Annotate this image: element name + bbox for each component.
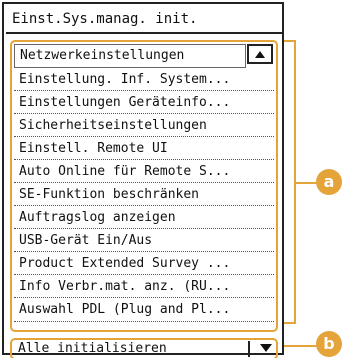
menu-item-remote-ui[interactable]: Einstell. Remote UI	[14, 137, 274, 160]
menu-item-netzwerkeinstellungen[interactable]: Netzwerkeinstellungen	[14, 44, 246, 68]
menu-item-usb-geraet[interactable]: USB-Gerät Ein/Aus	[14, 229, 274, 253]
menu-screen: Einst.Sys.manag. init. Netzwerkeinstellu…	[2, 2, 284, 358]
callout-b-badge: b	[316, 331, 342, 357]
callout-a-bracket-bottom	[284, 322, 296, 324]
menu-item-product-survey[interactable]: Product Extended Survey ...	[14, 252, 274, 276]
device-display: Einst.Sys.manag. init. Netzwerkeinstellu…	[0, 0, 349, 358]
menu-item-auftragslog[interactable]: Auftragslog anzeigen	[14, 206, 274, 230]
callout-b-leader-line	[284, 345, 318, 347]
menu-item-inf-system[interactable]: Einstellung. Inf. System...	[14, 68, 274, 91]
menu-item-auswahl-pdl[interactable]: Auswahl PDL (Plug and Pl...	[14, 298, 274, 322]
triangle-down-icon[interactable]	[260, 344, 272, 352]
scroll-up-button[interactable]	[247, 44, 273, 64]
callout-a-leader-line	[296, 182, 318, 184]
callout-a-badge: a	[316, 169, 342, 195]
screen-title: Einst.Sys.manag. init.	[6, 4, 282, 34]
menu-item-sicherheitseinstellungen[interactable]: Sicherheitseinstellungen	[14, 114, 274, 137]
menu-item-auto-online[interactable]: Auto Online für Remote S...	[14, 160, 274, 183]
initialize-all-selector[interactable]: Alle initialisieren	[10, 338, 278, 358]
settings-menu-list: Netzwerkeinstellungen Einstellung. Inf. …	[10, 40, 278, 332]
menu-item-se-funktion[interactable]: SE-Funktion beschränken	[14, 183, 274, 207]
selector-divider	[248, 341, 250, 357]
menu-item-geraeteinfo[interactable]: Einstellungen Geräteinfo...	[14, 91, 274, 114]
initialize-all-label: Alle initialisieren	[18, 341, 167, 356]
menu-item-verbrauchsmaterial[interactable]: Info Verbr.mat. anz. (RU...	[14, 275, 274, 299]
triangle-up-icon	[255, 51, 265, 58]
